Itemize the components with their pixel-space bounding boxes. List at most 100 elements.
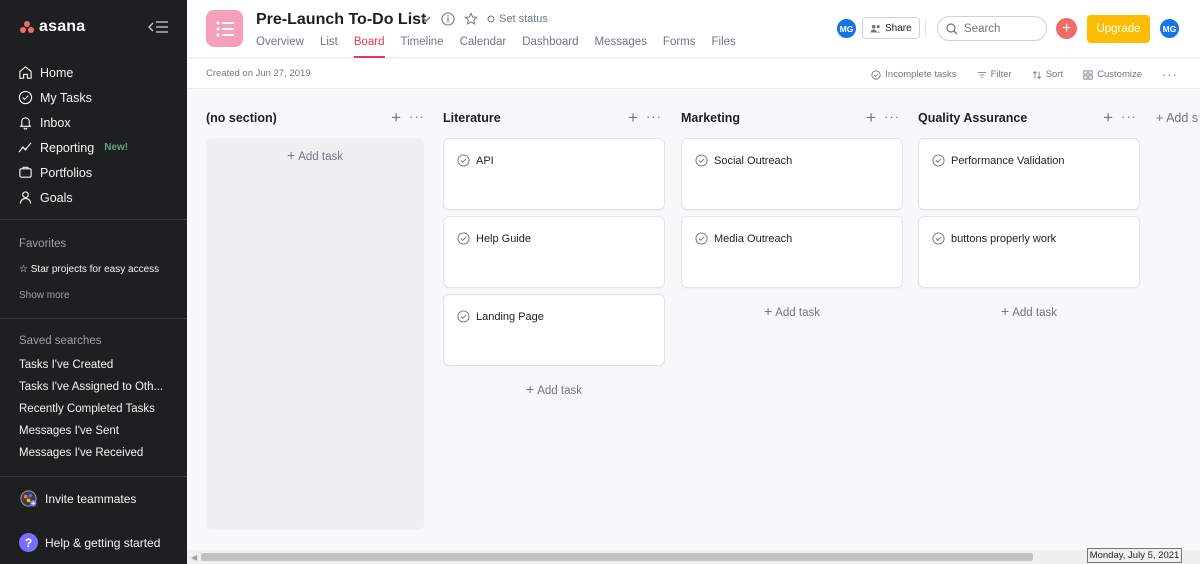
- tab-overview[interactable]: Overview: [256, 36, 304, 58]
- help-label: Help & getting started: [45, 535, 161, 550]
- column-title[interactable]: Quality Assurance: [918, 111, 1027, 125]
- sidebar-item-label: Portfolios: [40, 165, 93, 180]
- add-task-button[interactable]: + Add task: [681, 294, 903, 319]
- horizontal-scrollbar[interactable]: ◀: [187, 550, 1200, 564]
- column-title[interactable]: Marketing: [681, 111, 740, 125]
- tab-forms[interactable]: Forms: [663, 36, 696, 58]
- sidebar-item-label: Home: [40, 65, 74, 80]
- saved-search-item[interactable]: Messages I've Received: [19, 447, 179, 469]
- plus-icon: +: [1001, 303, 1010, 319]
- task-card[interactable]: buttons properly work: [918, 216, 1140, 288]
- saved-searches-title[interactable]: Saved searches: [19, 335, 101, 347]
- add-card-icon[interactable]: +: [866, 108, 876, 128]
- saved-search-item[interactable]: Tasks I've Created: [19, 359, 179, 381]
- new-badge: New!: [104, 142, 129, 153]
- tab-dashboard[interactable]: Dashboard: [522, 36, 578, 58]
- header-divider: [925, 18, 926, 38]
- invite-teammates-button[interactable]: Invite teammates: [19, 489, 136, 508]
- star-icon[interactable]: [464, 12, 478, 26]
- search-input[interactable]: [964, 22, 1034, 35]
- set-status-button[interactable]: Set status: [487, 13, 548, 25]
- search-box[interactable]: [937, 16, 1047, 41]
- info-icon[interactable]: [441, 12, 455, 26]
- project-title[interactable]: Pre-Launch To-Do List: [256, 11, 426, 29]
- add-task-button[interactable]: + Add task: [443, 372, 665, 397]
- sort-icon: [1032, 70, 1041, 79]
- task-card[interactable]: API: [443, 138, 665, 210]
- task-card[interactable]: Landing Page: [443, 294, 665, 366]
- column-title[interactable]: (no section): [206, 111, 277, 125]
- favorites-title[interactable]: Favorites: [19, 238, 66, 250]
- task-title: Media Outreach: [714, 233, 793, 245]
- saved-search-item[interactable]: Tasks I've Assigned to Oth...: [19, 381, 179, 403]
- help-button[interactable]: ? Help & getting started: [19, 533, 160, 552]
- sidebar-item-label: Inbox: [40, 115, 71, 130]
- scrollbar-thumb[interactable]: [201, 553, 1033, 561]
- more-options-icon[interactable]: ···: [646, 109, 662, 124]
- more-options-icon[interactable]: ···: [1121, 109, 1137, 124]
- empty-column-lane[interactable]: + Add task: [206, 138, 424, 530]
- asana-logo[interactable]: asana: [20, 18, 85, 36]
- user-avatar[interactable]: MG: [1159, 18, 1180, 39]
- plus-icon: +: [764, 303, 773, 319]
- chevron-down-icon[interactable]: [420, 13, 432, 25]
- task-card[interactable]: Media Outreach: [681, 216, 903, 288]
- sidebar-item-my-tasks[interactable]: My Tasks: [18, 85, 178, 110]
- customize-button[interactable]: Customize: [1083, 69, 1142, 80]
- add-task-button[interactable]: + Add task: [918, 294, 1140, 319]
- sidebar-item-goals[interactable]: Goals: [18, 185, 178, 210]
- project-header: Pre-Launch To-Do List Set status Overvie…: [187, 0, 1200, 58]
- share-button[interactable]: Share: [862, 17, 920, 39]
- tab-list[interactable]: List: [320, 36, 338, 58]
- task-title: Performance Validation: [951, 155, 1065, 167]
- home-icon: [19, 66, 32, 79]
- check-circle-icon[interactable]: [457, 310, 470, 323]
- member-avatar[interactable]: MG: [836, 18, 857, 39]
- more-options-icon[interactable]: ···: [1162, 67, 1178, 82]
- check-circle-icon[interactable]: [457, 232, 470, 245]
- check-circle-icon[interactable]: [695, 232, 708, 245]
- tab-timeline[interactable]: Timeline: [401, 36, 444, 58]
- date-tooltip: Monday, July 5, 2021: [1087, 548, 1182, 563]
- project-list-icon[interactable]: [206, 10, 243, 47]
- task-title: Landing Page: [476, 311, 544, 323]
- add-task-button[interactable]: + Add task: [206, 138, 424, 163]
- add-card-icon[interactable]: +: [391, 108, 401, 128]
- plus-icon: +: [1061, 19, 1072, 37]
- add-card-icon[interactable]: +: [1103, 108, 1113, 128]
- saved-search-item[interactable]: Recently Completed Tasks: [19, 403, 179, 425]
- task-card[interactable]: Social Outreach: [681, 138, 903, 210]
- check-circle-icon[interactable]: [932, 232, 945, 245]
- sort-button[interactable]: Sort: [1032, 69, 1063, 80]
- check-circle-icon[interactable]: [932, 154, 945, 167]
- sidebar-item-inbox[interactable]: Inbox: [18, 110, 178, 135]
- column-cards: API Help Guide Landing Page + Add task: [443, 138, 665, 397]
- filter-button[interactable]: Filter: [977, 69, 1012, 80]
- column-header: (no section) + ···: [206, 108, 428, 129]
- sidebar-item-home[interactable]: Home: [18, 60, 178, 85]
- upgrade-button[interactable]: Upgrade: [1087, 15, 1150, 43]
- quick-add-button[interactable]: +: [1056, 18, 1077, 39]
- incomplete-tasks-button[interactable]: Incomplete tasks: [871, 69, 957, 80]
- task-card[interactable]: Help Guide: [443, 216, 665, 288]
- toolbar-actions: Incomplete tasks Filter Sort Customize ·…: [871, 67, 1178, 82]
- tab-messages[interactable]: Messages: [595, 36, 647, 58]
- more-options-icon[interactable]: ···: [409, 109, 425, 124]
- add-section-button[interactable]: + Add s: [1156, 111, 1198, 125]
- show-more-link[interactable]: Show more: [19, 290, 70, 301]
- saved-search-item[interactable]: Messages I've Sent: [19, 425, 179, 447]
- sidebar-item-reporting[interactable]: Reporting New!: [18, 135, 178, 160]
- add-card-icon[interactable]: +: [628, 108, 638, 128]
- check-circle-icon[interactable]: [695, 154, 708, 167]
- task-card[interactable]: Performance Validation: [918, 138, 1140, 210]
- folder-icon: [19, 166, 32, 178]
- column-title[interactable]: Literature: [443, 111, 501, 125]
- check-circle-icon[interactable]: [457, 154, 470, 167]
- more-options-icon[interactable]: ···: [884, 109, 900, 124]
- tab-board[interactable]: Board: [353, 36, 385, 58]
- scroll-left-icon[interactable]: ◀: [191, 553, 197, 562]
- tab-files[interactable]: Files: [712, 36, 736, 58]
- sidebar-item-portfolios[interactable]: Portfolios: [18, 160, 178, 185]
- tab-calendar[interactable]: Calendar: [460, 36, 507, 58]
- collapse-sidebar-icon[interactable]: [148, 20, 170, 36]
